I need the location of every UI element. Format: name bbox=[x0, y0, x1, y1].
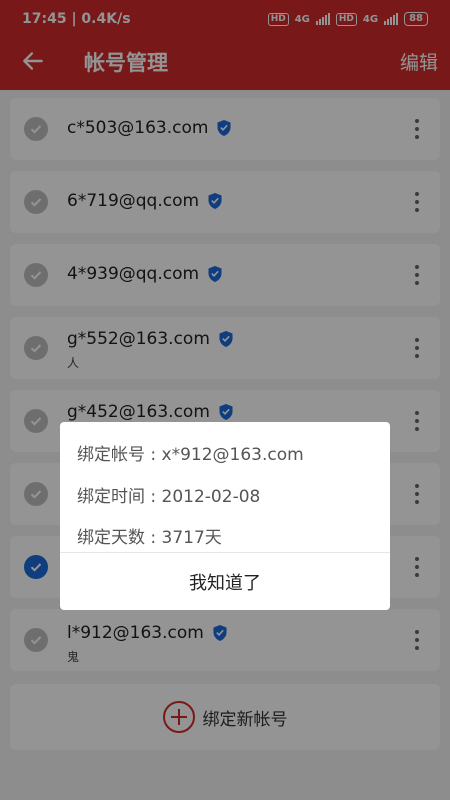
dialog-ok-button[interactable]: 我知道了 bbox=[60, 553, 390, 610]
dialog-bind-time: 绑定时间 : 2012-02-08 bbox=[77, 487, 261, 507]
dialog-account: 绑定帐号 : x*912@163.com bbox=[77, 445, 304, 465]
account-info-dialog: 绑定帐号 : x*912@163.com 绑定时间 : 2012-02-08 绑… bbox=[60, 422, 390, 610]
dialog-bind-days: 绑定天数 : 3717天 bbox=[77, 528, 222, 548]
modal-overlay[interactable] bbox=[0, 0, 450, 800]
